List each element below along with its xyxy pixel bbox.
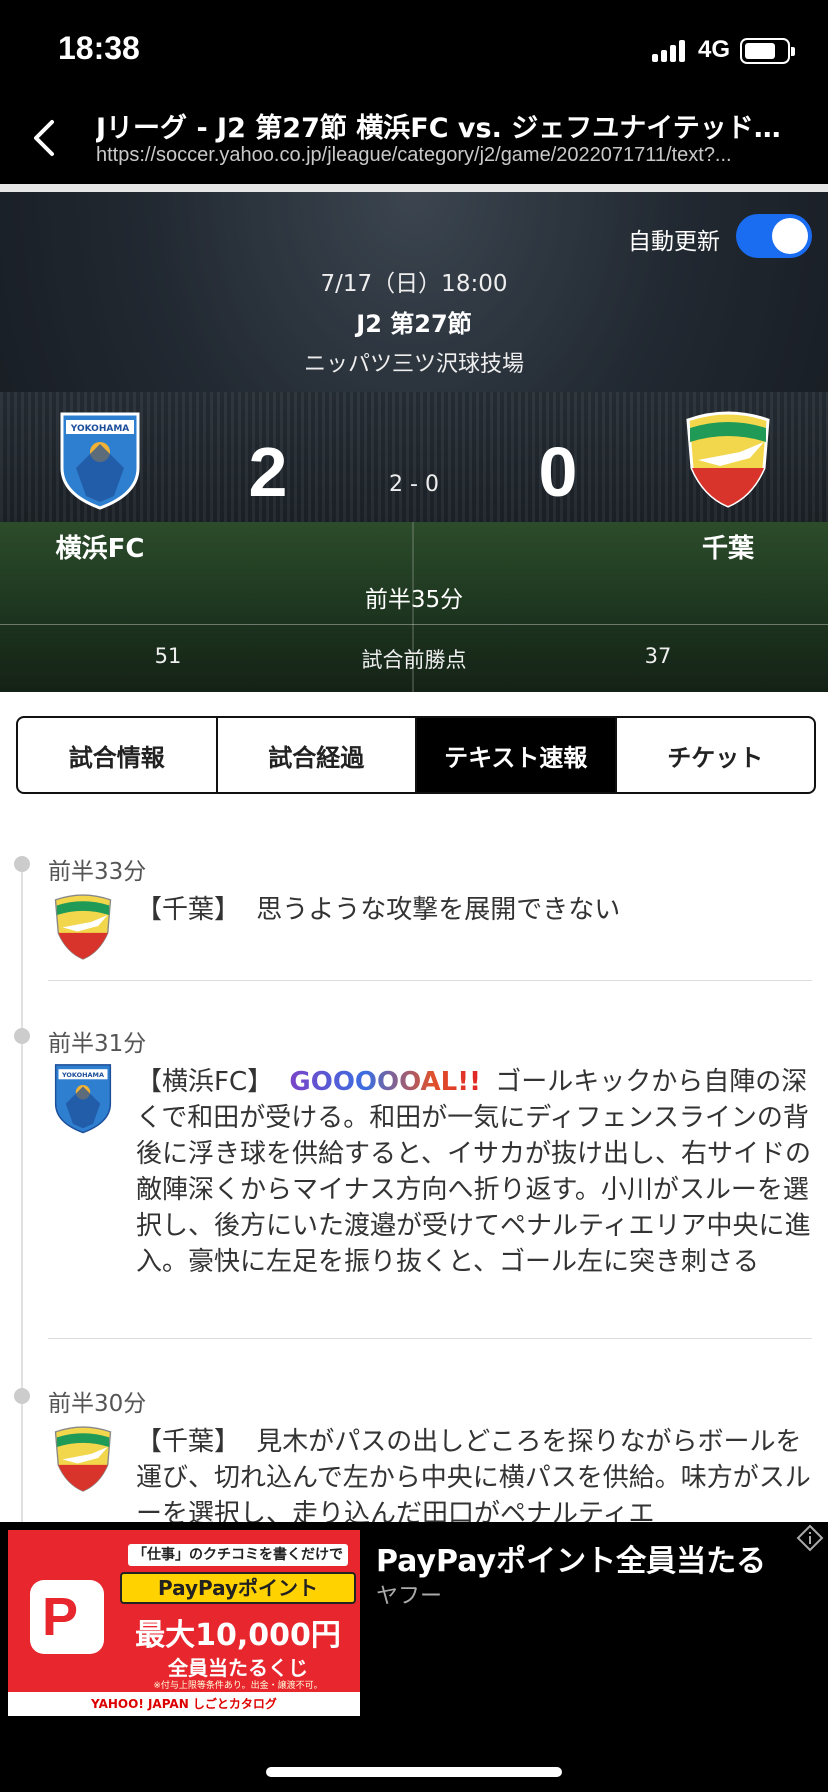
match-venue: ニッパツ三ツ沢球技場: [303, 352, 524, 377]
entry-text: ゴールキックから自陣の深くで和田が受ける。和田が一気にディフェンスラインの背後に…: [136, 1067, 811, 1277]
ad-copy: 最大10,000円: [135, 1618, 341, 1653]
ad-copy: 「仕事」のクチコミを書くだけで: [128, 1544, 348, 1566]
ad-copy: PayPayポイント: [120, 1572, 356, 1604]
tab-match-progress[interactable]: 試合経過: [218, 718, 417, 792]
half-score: 2 - 0: [389, 472, 439, 497]
svg-text:YOKOHAMA: YOKOHAMA: [70, 424, 130, 434]
tab-bar: 試合情報 試合経過 テキスト速報 チケット: [16, 716, 816, 794]
ad-copy: 全員当たるくじ: [168, 1656, 308, 1680]
ad-footer: YAHOO! JAPAN しごとカタログ: [8, 1692, 360, 1716]
browser-header: Jリーグ - J2 第27節 横浜FC vs. ジェフユナイテッド… https…: [0, 92, 828, 184]
away-score: 0: [538, 433, 578, 511]
match-date: 7/17（日）18:00: [320, 271, 508, 297]
svg-text:YOKOHAMA: YOKOHAMA: [61, 1071, 104, 1079]
ad-image[interactable]: P 「仕事」のクチコミを書くだけで PayPayポイント 最大10,000円 全…: [8, 1530, 360, 1716]
home-bar: [0, 1722, 828, 1792]
entry-team-tag: 【横浜FC】: [136, 1067, 274, 1097]
match-clock: 前半35分: [364, 587, 464, 613]
entry-text: 思うような攻撃を展開できない: [256, 895, 621, 925]
goal-highlight: GOOOOOAL!!: [289, 1067, 481, 1097]
match-round: J2 第27節: [356, 310, 472, 338]
chiba-crest-icon: [54, 894, 112, 960]
ad-title[interactable]: PayPayポイント全員当たる: [376, 1536, 816, 1580]
yokohama-fc-crest-icon[interactable]: YOKOHAMA: [58, 410, 142, 510]
tab-match-info[interactable]: 試合情報: [18, 718, 218, 792]
entry-team-tag: 【千葉】: [136, 1427, 241, 1457]
away-points: 37: [644, 644, 672, 668]
entry-time: 前半33分: [48, 859, 147, 885]
paypay-logo-icon: P: [30, 1580, 104, 1654]
home-team-name[interactable]: 横浜FC: [40, 528, 160, 565]
home-score: 2: [248, 433, 288, 511]
status-bar: 18:38 4G: [0, 0, 828, 92]
auto-update-toggle[interactable]: [736, 214, 812, 258]
back-chevron-icon[interactable]: [24, 116, 68, 160]
chiba-crest-icon: [54, 1426, 112, 1492]
chiba-crest-icon[interactable]: [680, 408, 776, 508]
page-title: Jリーグ - J2 第27節 横浜FC vs. ジェフユナイテッド…: [96, 113, 781, 144]
page-url[interactable]: https://soccer.yahoo.co.jp/jleague/categ…: [96, 144, 792, 167]
status-time: 18:38: [58, 30, 140, 66]
signal-icon: [652, 40, 688, 62]
auto-update-label: 自動更新: [628, 229, 720, 255]
network-label: 4G: [698, 36, 731, 63]
entry-time: 前半31分: [48, 1031, 147, 1057]
tab-ticket[interactable]: チケット: [617, 718, 815, 792]
timeline-line: [21, 862, 23, 1522]
ad-fine-print: ※付与上限等条件あり。出金・譲渡不可。: [153, 1681, 323, 1691]
header-divider: [0, 184, 828, 192]
ad-info-icon[interactable]: [796, 1524, 824, 1552]
tab-text-live[interactable]: テキスト速報: [417, 718, 617, 792]
entry-team-tag: 【千葉】: [136, 895, 241, 925]
away-team-name[interactable]: 千葉: [668, 528, 788, 565]
home-indicator[interactable]: [266, 1767, 562, 1777]
text-commentary-panel: 試合情報 試合経過 テキスト速報 チケット 前半33分 【千葉】 思うような攻撃…: [0, 692, 828, 1522]
yokohama-fc-crest-icon: YOKOHAMA: [54, 1064, 112, 1134]
points-label: 試合前勝点: [361, 648, 467, 672]
ad-source: ヤフー: [376, 1584, 443, 1609]
scoreboard: 自動更新 7/17（日）18:00 J2 第27節 ニッパツ三ツ沢球技場 YOK…: [0, 192, 828, 692]
entry-time: 前半30分: [48, 1391, 147, 1417]
ad-banner[interactable]: P 「仕事」のクチコミを書くだけで PayPayポイント 最大10,000円 全…: [0, 1522, 828, 1722]
battery-icon: [740, 38, 795, 64]
